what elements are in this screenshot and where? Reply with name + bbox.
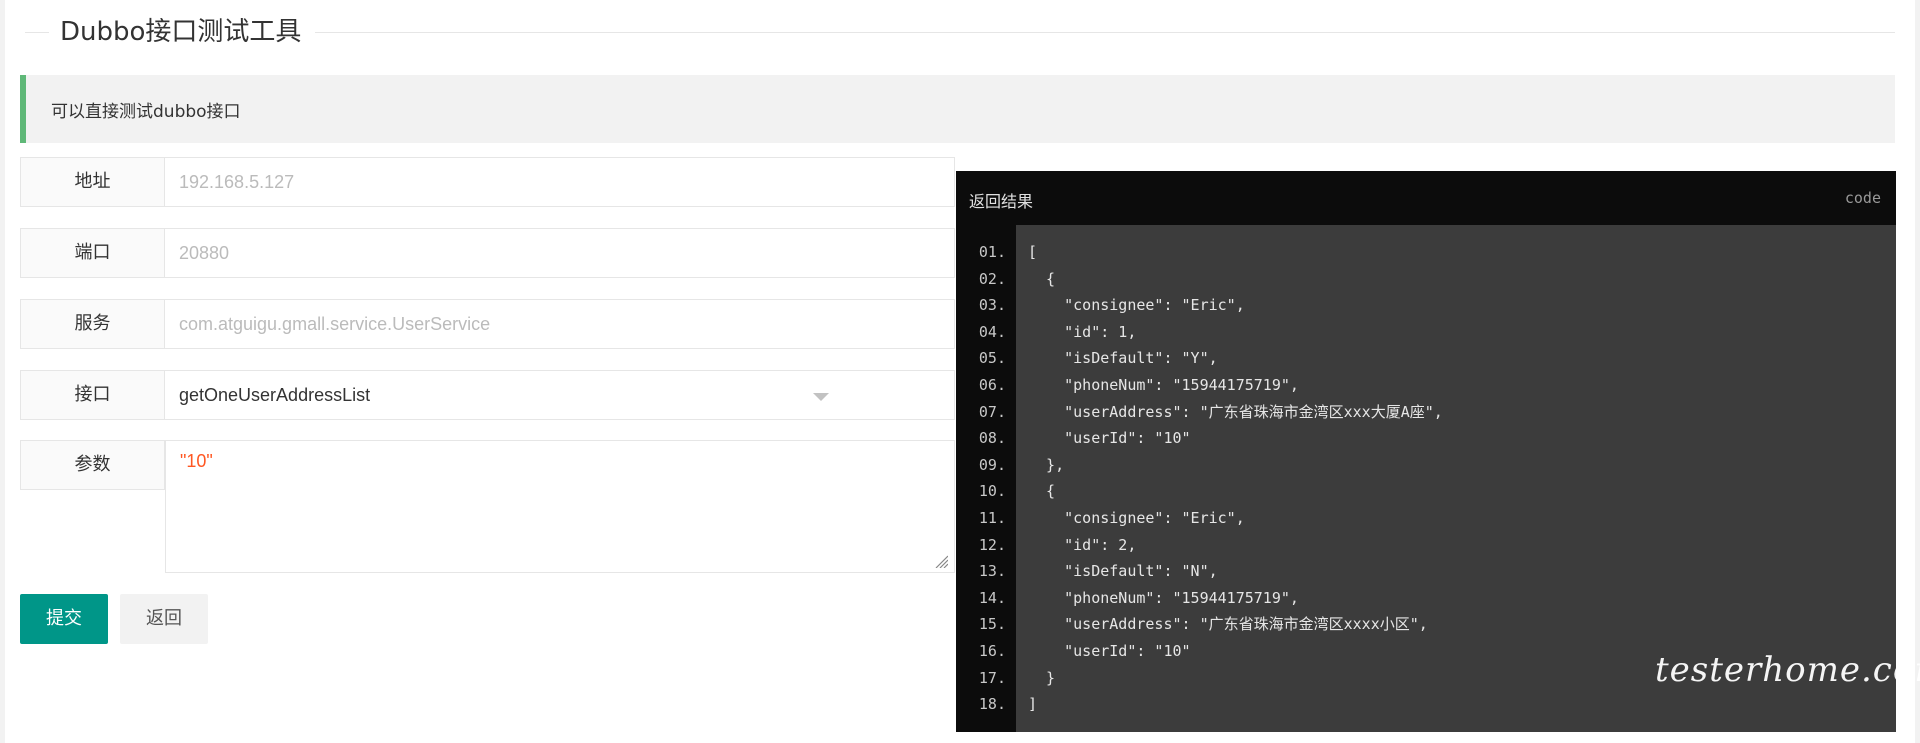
port-placeholder: 20880: [179, 243, 230, 263]
notice-text: 可以直接测试dubbo接口: [51, 102, 241, 122]
code-line-number: 16.: [978, 642, 1006, 660]
result-code-panel: 返回结果 code 01. [02. {03. "consignee": "Eri…: [956, 171, 1896, 732]
service-label: 服务: [20, 299, 165, 349]
code-line-number: 05.: [978, 349, 1006, 368]
title-divider-left: [25, 32, 49, 33]
code-line-number: 15.: [978, 615, 1006, 634]
code-line-text: "id": 2,: [1028, 535, 1137, 554]
code-line-text: {: [1028, 482, 1056, 501]
code-line-number: 18.: [978, 695, 1006, 714]
address-label: 地址: [20, 157, 165, 207]
method-selected-value: getOneUserAddressList: [179, 385, 371, 405]
code-line-number: 14.: [978, 588, 1006, 607]
params-value: "10": [180, 451, 213, 471]
code-line-text: "consignee": "Eric",: [1028, 296, 1245, 315]
service-input[interactable]: com.atguigu.gmall.service.UserService: [165, 299, 955, 349]
code-line-number: 10.: [978, 482, 1006, 501]
params-textarea[interactable]: "10": [165, 440, 955, 573]
code-line-text: "consignee": "Eric",: [1028, 509, 1245, 527]
code-line-number: 01.: [978, 243, 1006, 261]
code-line-text: "userAddress": "广东省珠海市金湾区xxxx小区",: [1028, 615, 1428, 634]
code-panel-title: 返回结果: [969, 192, 1034, 211]
code-line-text: "userAddress": "广东省珠海市金湾区xxx大厦A座",: [1028, 402, 1443, 421]
code-line-number: 12.: [978, 535, 1006, 554]
code-line-text: "isDefault": "N",: [1028, 562, 1218, 581]
code-line-text: {: [1028, 269, 1056, 288]
code-line-number: 04.: [978, 322, 1006, 341]
chevron-down-icon[interactable]: [813, 393, 829, 401]
code-line-number: 03.: [978, 296, 1006, 315]
code-line-text: }: [1028, 668, 1056, 687]
code-line-number: 11.: [978, 509, 1006, 527]
code-line-number: 17.: [978, 668, 1006, 687]
code-line-text: "phoneNum": "15944175719",: [1028, 376, 1299, 394]
code-line-text: "userId": "10": [1028, 429, 1191, 448]
code-line-number: 08.: [978, 429, 1006, 448]
code-line-number: 09.: [978, 455, 1006, 474]
code-line-number: 07.: [978, 402, 1006, 421]
address-input[interactable]: 192.168.5.127: [165, 157, 955, 207]
title-divider-right: [315, 32, 1895, 33]
port-label: 端口: [20, 228, 165, 278]
address-placeholder: 192.168.5.127: [179, 172, 295, 192]
page-title: Dubbo接口测试工具: [60, 17, 302, 47]
code-line-text: "id": 1,: [1028, 322, 1137, 341]
code-line-number: 13.: [978, 562, 1006, 581]
params-label: 参数: [20, 440, 165, 490]
service-placeholder: com.atguigu.gmall.service.UserService: [179, 314, 491, 334]
submit-button[interactable]: 提交: [20, 594, 108, 644]
code-line-number: 02.: [978, 269, 1006, 288]
code-line-text: [: [1028, 243, 1038, 261]
method-select[interactable]: getOneUserAddressList: [165, 370, 955, 420]
code-line-text: ]: [1028, 695, 1038, 714]
back-button[interactable]: 返回: [120, 594, 208, 644]
code-line-number: 06.: [978, 376, 1006, 394]
code-line-text: "userId": "10": [1028, 642, 1191, 660]
port-input[interactable]: 20880: [165, 228, 955, 278]
main-card: Dubbo接口测试工具 可以直接测试dubbo接口 地址 192.168.5.1…: [5, 0, 1915, 743]
notice-banner: 可以直接测试dubbo接口: [20, 75, 1895, 143]
code-line-text: "phoneNum": "15944175719",: [1028, 588, 1299, 607]
watermark: testerhome.com: [1655, 650, 1920, 690]
code-line-text: },: [1028, 455, 1065, 474]
method-label: 接口: [20, 370, 165, 420]
resize-grip-icon[interactable]: [934, 554, 948, 568]
code-line-text: "isDefault": "Y",: [1028, 349, 1218, 368]
code-language-tag: code: [1844, 189, 1881, 207]
code-panel-header: 返回结果 code: [956, 171, 1896, 225]
